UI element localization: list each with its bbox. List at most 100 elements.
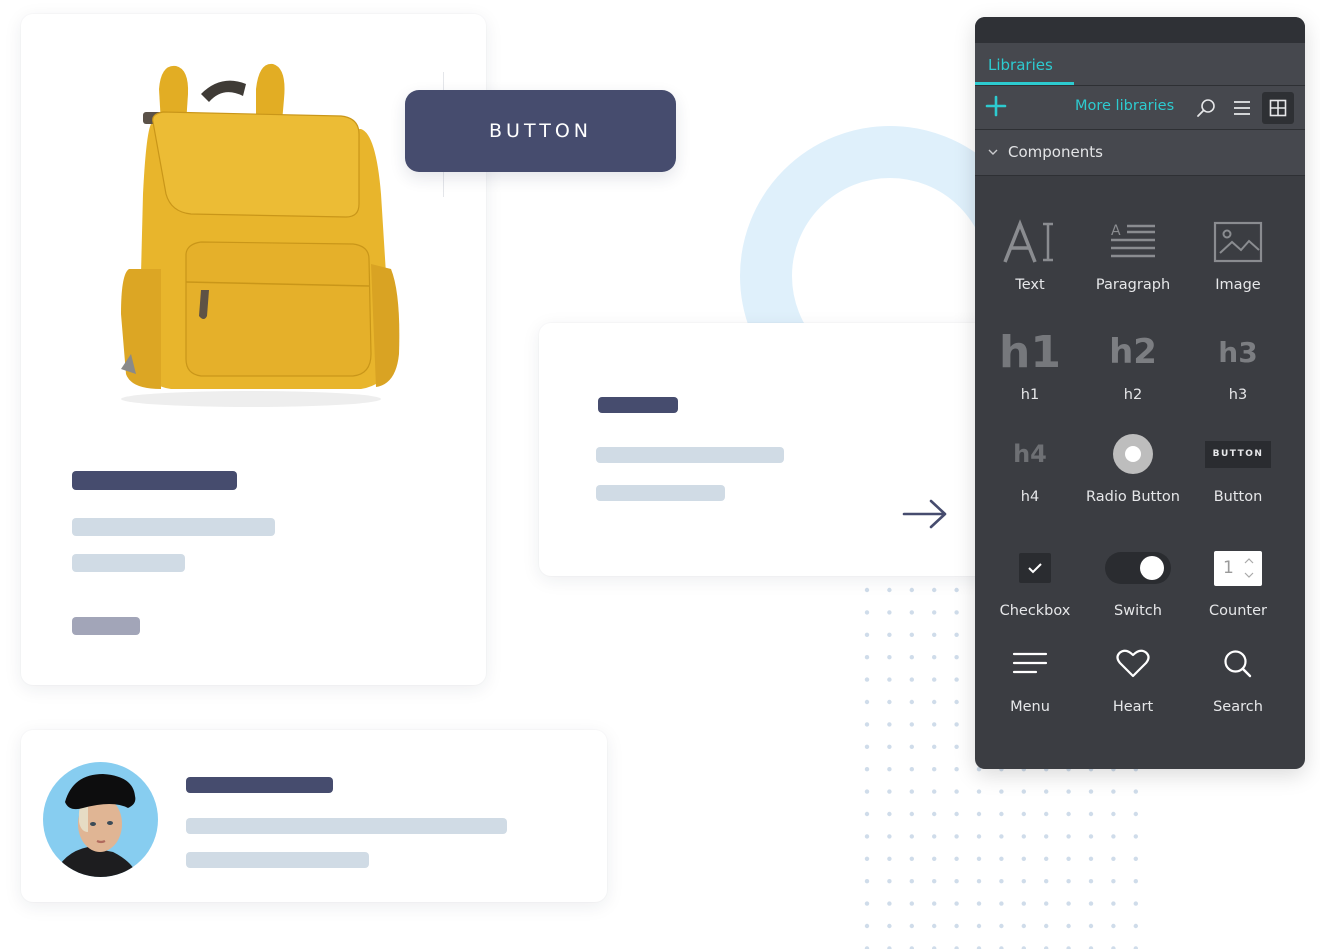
grid-dot	[909, 767, 914, 772]
grid-dot	[1133, 901, 1138, 906]
libraries-panel: Libraries More libraries Components Text…	[975, 17, 1305, 769]
grid-dot	[1021, 856, 1026, 861]
grid-dot	[932, 677, 937, 682]
grid-dot	[1044, 856, 1049, 861]
grid-dot	[864, 722, 870, 727]
panel-title-bar	[975, 17, 1305, 43]
counter-value: 1	[1223, 557, 1234, 578]
component-label: Radio Button	[1086, 489, 1180, 505]
h4-icon: h4	[1013, 440, 1047, 468]
grid-dot	[1133, 811, 1138, 817]
grid-dot	[1133, 856, 1138, 861]
grid-dot	[864, 587, 870, 593]
grid-dot	[954, 655, 959, 660]
grid-dot	[864, 610, 870, 615]
more-libraries-link[interactable]: More libraries	[1075, 98, 1174, 114]
info-line-2	[596, 485, 725, 501]
grid-dot	[954, 901, 959, 906]
grid-dot	[909, 879, 914, 884]
grid-dot	[1088, 856, 1094, 861]
component-h3[interactable]: h3 h3	[1186, 317, 1290, 404]
section-title: Components	[1008, 143, 1103, 161]
grid-dot	[1066, 923, 1071, 929]
component-menu[interactable]: Menu	[978, 629, 1082, 715]
component-button[interactable]: BUTTON Button	[1186, 419, 1290, 505]
grid-dot	[1021, 923, 1026, 929]
grid-dot	[1133, 923, 1138, 929]
grid-dot	[932, 767, 937, 772]
grid-dot	[909, 811, 914, 817]
grid-dot	[976, 923, 982, 929]
grid-dot	[887, 610, 892, 615]
grid-dot	[976, 789, 982, 794]
component-counter[interactable]: 1 Counter	[1186, 533, 1290, 619]
text-icon	[1003, 219, 1053, 263]
grid-dot	[1111, 834, 1116, 839]
grid-dot	[1088, 834, 1094, 839]
grid-dot	[932, 879, 937, 884]
grid-dot	[1111, 856, 1116, 861]
grid-dot	[887, 699, 892, 705]
h3-icon: h3	[1218, 335, 1258, 369]
alignment-guide-bottom	[443, 172, 444, 197]
component-paragraph[interactable]: A Paragraph	[1081, 207, 1185, 293]
grid-dot	[954, 610, 959, 615]
component-checkbox[interactable]: Checkbox	[983, 533, 1087, 619]
alignment-guide-top	[443, 72, 444, 90]
chevron-down-icon	[988, 149, 998, 155]
grid-dot	[887, 856, 892, 861]
tab-libraries[interactable]: Libraries	[975, 43, 1074, 86]
info-title-placeholder	[598, 397, 678, 413]
component-search[interactable]: Search	[1186, 629, 1290, 715]
grid-dot	[1044, 879, 1049, 884]
search-icon[interactable]	[1195, 97, 1217, 119]
grid-dot	[1133, 879, 1138, 884]
list-icon[interactable]	[1231, 97, 1253, 119]
grid-dot	[1066, 856, 1071, 861]
components-section-header[interactable]: Components	[975, 130, 1305, 176]
grid-view-button[interactable]	[1262, 92, 1294, 124]
grid-dot	[909, 632, 914, 637]
info-card[interactable]	[539, 323, 997, 576]
sample-button[interactable]: BUTTON	[405, 90, 676, 172]
grid-dot	[909, 610, 914, 615]
product-price-placeholder	[72, 617, 140, 635]
grid-dot	[909, 744, 914, 749]
arrow-right-icon[interactable]	[901, 495, 949, 533]
component-h1[interactable]: h1 h1	[978, 317, 1082, 404]
grid-dot	[999, 901, 1004, 906]
grid-dot	[864, 744, 870, 749]
component-image[interactable]: Image	[1186, 207, 1290, 293]
component-heart[interactable]: Heart	[1081, 629, 1185, 715]
component-h2[interactable]: h2 h2	[1081, 317, 1185, 403]
component-text[interactable]: Text	[978, 207, 1082, 293]
grid-dot	[954, 879, 959, 884]
grid-dot	[954, 632, 959, 637]
grid-dot	[976, 856, 982, 861]
plus-icon[interactable]	[985, 95, 1007, 117]
grid-dot	[976, 879, 982, 884]
grid-dot	[954, 744, 959, 749]
component-label: h3	[1228, 387, 1248, 403]
grid-dot	[864, 632, 870, 637]
component-label: Button	[1213, 489, 1263, 505]
grid-dot	[1111, 811, 1116, 817]
component-h4[interactable]: h4 h4	[978, 419, 1082, 505]
component-switch[interactable]: Switch	[1086, 533, 1190, 619]
grid-dot	[887, 744, 892, 749]
grid-dot	[954, 722, 959, 727]
grid-dot	[954, 767, 959, 772]
grid-dot	[954, 587, 959, 593]
panel-tabs: Libraries	[975, 43, 1305, 86]
component-label: h1	[1020, 387, 1040, 403]
grid-dot	[1044, 789, 1049, 794]
grid-dot	[1021, 901, 1026, 906]
grid-dot	[1066, 811, 1071, 817]
profile-card[interactable]	[21, 730, 607, 902]
profile-line-1	[186, 818, 507, 834]
component-label: Image	[1215, 277, 1261, 293]
component-radio-button[interactable]: Radio Button	[1081, 419, 1185, 505]
grid-dot	[909, 901, 914, 906]
grid-dot	[999, 789, 1004, 794]
grid-dot	[932, 856, 937, 861]
